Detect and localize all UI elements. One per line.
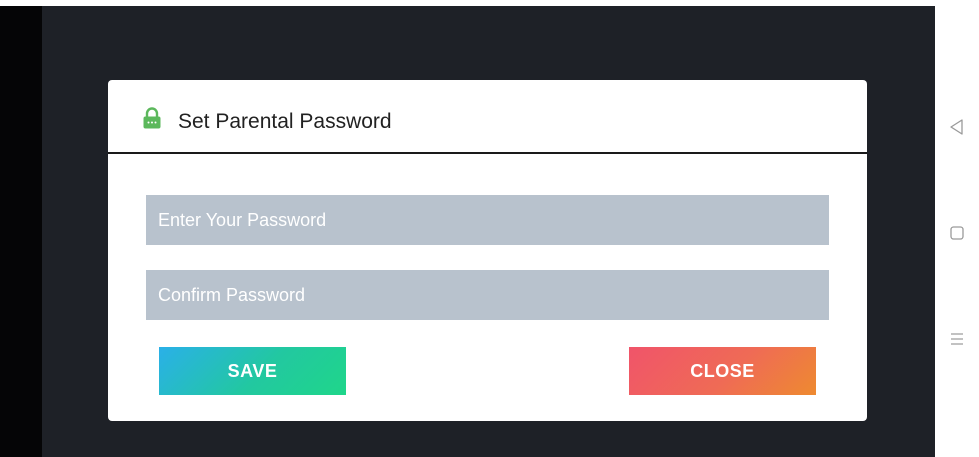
close-button[interactable]: CLOSE	[629, 347, 816, 395]
lock-icon	[143, 107, 161, 129]
dialog-title: Set Parental Password	[178, 110, 392, 133]
confirm-password-input[interactable]	[146, 270, 829, 320]
password-input[interactable]	[146, 195, 829, 245]
back-triangle-icon[interactable]	[948, 118, 966, 136]
save-button[interactable]: SAVE	[159, 347, 346, 395]
system-nav-bar	[935, 0, 979, 457]
parental-password-dialog: Set Parental Password SAVE CLOSE	[108, 80, 867, 421]
menu-lines-icon[interactable]	[948, 330, 966, 348]
left-edge-strip	[0, 6, 42, 457]
home-square-icon[interactable]	[948, 224, 966, 242]
dialog-header: Set Parental Password	[108, 80, 867, 154]
